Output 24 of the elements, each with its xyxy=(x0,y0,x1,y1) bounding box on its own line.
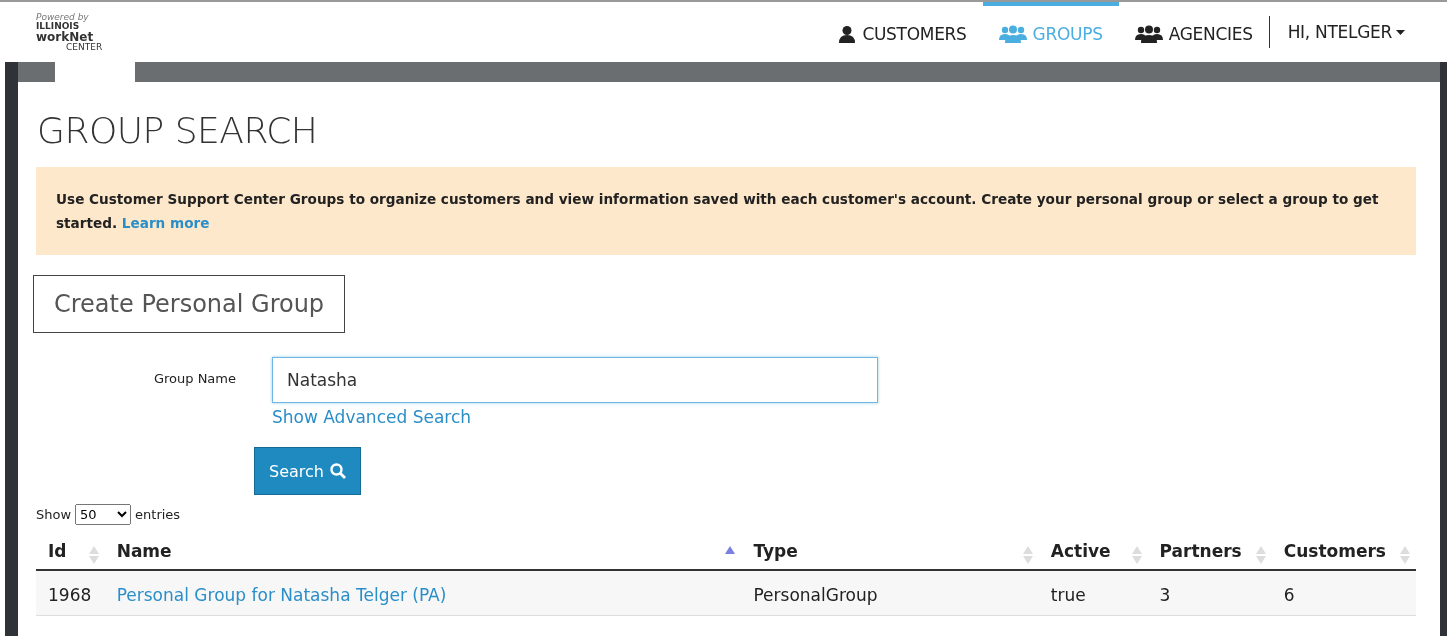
person-icon xyxy=(838,25,857,43)
entries-label: entries xyxy=(135,507,181,522)
table-cell: 1968 xyxy=(36,570,105,616)
logo[interactable]: Powered by ILLINOIS workNet CENTER xyxy=(36,12,136,52)
page-title: GROUP SEARCH xyxy=(37,110,319,151)
group-name-label: Group Name xyxy=(152,370,237,388)
group-name-field[interactable]: Natasha xyxy=(272,357,878,403)
page-size-select[interactable]: 50 xyxy=(75,504,132,525)
table-cell: 6 xyxy=(1271,570,1416,616)
table-cell: true xyxy=(1038,570,1148,616)
group-icon xyxy=(998,25,1027,43)
table-cell: PersonalGroup xyxy=(741,570,1039,616)
show-label: Show xyxy=(36,507,72,522)
search-icon xyxy=(329,463,346,479)
table-cell: 3 xyxy=(1147,570,1272,616)
info-notice: Use Customer Support Center Groups to organize customers and view information saved with each customer's account. Create your personal group or select a group to get started. Learn more xyxy=(36,167,1416,255)
nav-tab[interactable]: AGENCIES xyxy=(1118,2,1269,62)
search-button[interactable]: Search xyxy=(254,447,361,495)
user-menu[interactable]: HI, NTELGER xyxy=(1269,2,1405,62)
group-icon xyxy=(1134,25,1163,43)
caret-icon xyxy=(1396,29,1405,35)
create-group-button[interactable]: Create Personal Group xyxy=(33,275,346,333)
nav-tab[interactable]: CUSTOMERS xyxy=(822,2,983,62)
advanced-search-link[interactable]: Show Advanced Search xyxy=(272,407,472,427)
